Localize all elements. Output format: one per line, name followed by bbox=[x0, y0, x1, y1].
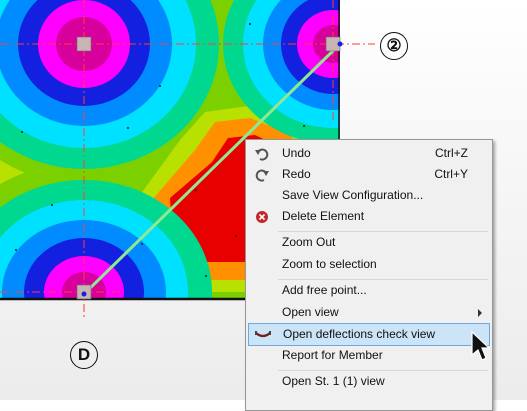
menu-item-undo[interactable]: Undo Ctrl+Z bbox=[248, 143, 490, 164]
menu-item-add-free-point[interactable]: Add free point... bbox=[248, 280, 490, 301]
menu-item-redo[interactable]: Redo Ctrl+Y bbox=[248, 164, 490, 185]
deflection-icon bbox=[255, 327, 271, 343]
menu-item-report-for-member[interactable]: Report for Member bbox=[248, 345, 490, 366]
support-node[interactable] bbox=[76, 36, 92, 52]
submenu-arrow-icon bbox=[478, 309, 482, 317]
menu-item-open-st-1-view[interactable]: Open St. 1 (1) view bbox=[248, 371, 490, 392]
context-menu[interactable]: Undo Ctrl+Z Redo Ctrl+Y Save View Config… bbox=[245, 139, 493, 411]
menu-item-delete-element[interactable]: Delete Element bbox=[248, 206, 490, 227]
menu-item-zoom-to-selection[interactable]: Zoom to selection bbox=[248, 254, 490, 275]
section-endpoint[interactable] bbox=[81, 291, 87, 297]
menu-item-open-view[interactable]: Open view bbox=[248, 302, 490, 323]
delete-icon bbox=[254, 209, 270, 225]
menu-item-save-view-configuration[interactable]: Save View Configuration... bbox=[248, 185, 490, 206]
grid-axis-label-2[interactable]: ② bbox=[380, 32, 408, 60]
mouse-cursor-icon bbox=[471, 331, 491, 361]
undo-icon bbox=[254, 146, 270, 162]
menu-item-zoom-out[interactable]: Zoom Out bbox=[248, 232, 490, 253]
menu-item-open-deflections-check-view[interactable]: Open deflections check view bbox=[248, 323, 490, 346]
redo-icon bbox=[254, 167, 270, 183]
grid-axis-label-d[interactable]: D bbox=[70, 341, 98, 369]
section-endpoint[interactable] bbox=[337, 41, 343, 47]
